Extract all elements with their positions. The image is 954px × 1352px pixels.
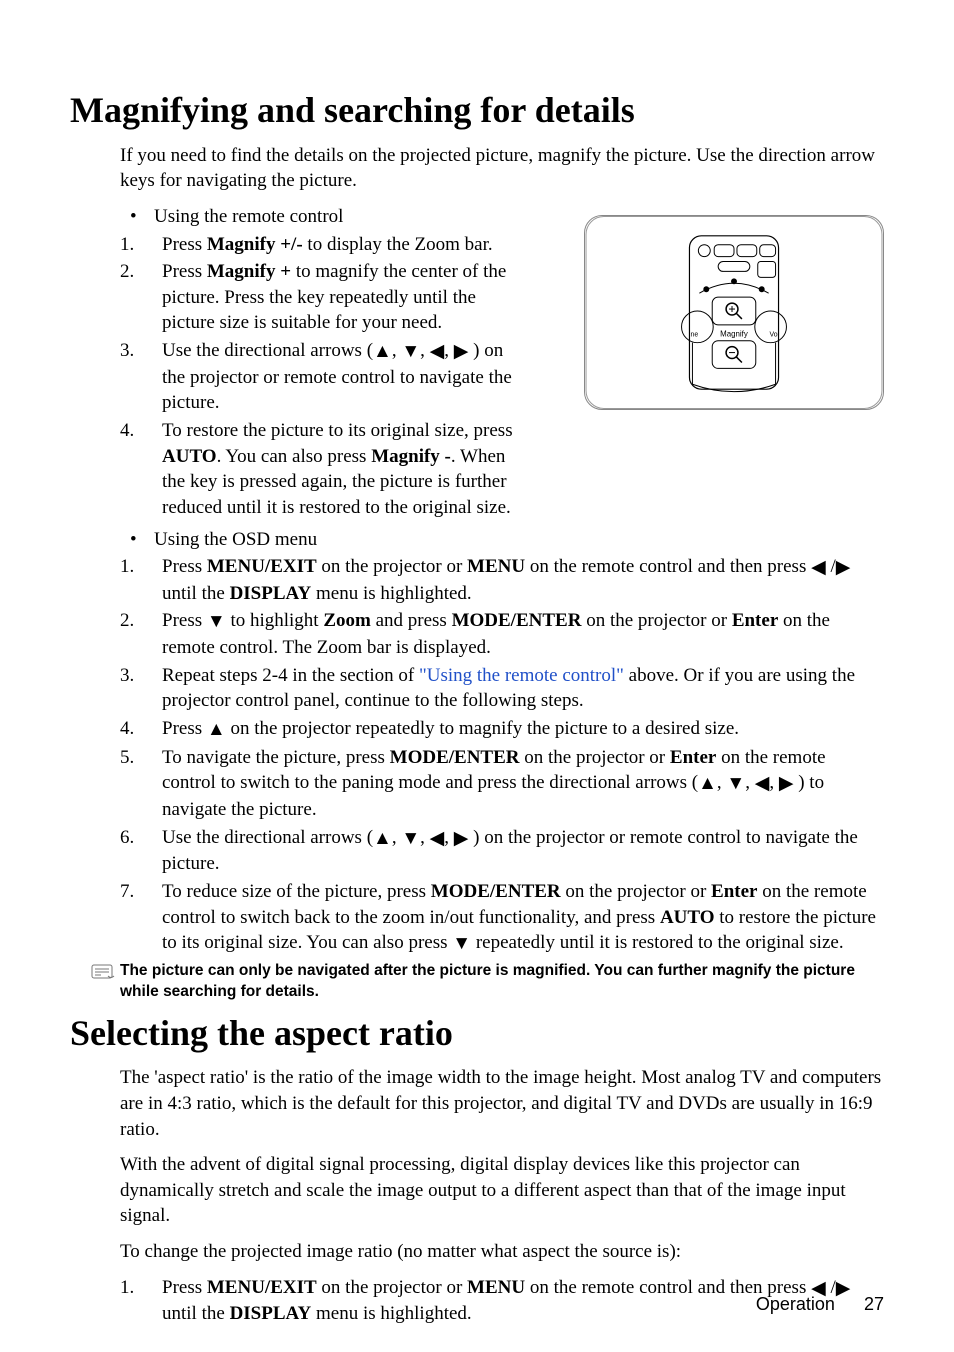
link-using-remote[interactable]: "Using the remote control" (419, 665, 624, 686)
page-footer: Operation 27 (756, 1292, 884, 1316)
arrow-up-icon: ▲ (207, 717, 226, 743)
aspect-p3: To change the projected image ratio (no … (120, 1239, 884, 1265)
osd-step-2: 2. Press ▼ to highlight Zoom and press M… (120, 608, 884, 660)
osd-step-3: 3. Repeat steps 2-4 in the section of "U… (120, 663, 884, 714)
remote-step-4-text: To restore the picture to its original s… (162, 418, 520, 521)
marker-1: 1. (120, 232, 162, 258)
remote-step-3: 3. Use the directional arrows (▲, ▼, ◀, … (120, 338, 520, 416)
remote-step-3-text: Use the directional arrows (▲, ▼, ◀, ▶ )… (162, 338, 520, 416)
remote-step-1: 1. Press Magnify +/- to display the Zoom… (120, 232, 520, 258)
osd-step-4: 4. Press ▲ on the projector repeatedly t… (120, 716, 884, 743)
marker-3: 3. (120, 338, 162, 416)
arrow-right-icon: ▶ (454, 826, 469, 852)
osd-step-5: 5. To navigate the picture, press MODE/E… (120, 745, 884, 823)
remote-step-1-text: Press Magnify +/- to display the Zoom ba… (162, 232, 520, 258)
heading-magnifying: Magnifying and searching for details (70, 86, 884, 135)
arrow-up-icon: ▲ (373, 339, 392, 365)
arrow-down-icon: ▼ (401, 826, 420, 852)
arrow-down-icon: ▼ (207, 609, 226, 635)
remote-control-svg: Magnify ne Vo (584, 215, 884, 410)
arrow-right-icon: ▶ (836, 555, 851, 581)
osd-step-7: 7. To reduce size of the picture, press … (120, 879, 884, 957)
osd-step-1: 1. Press MENU/EXIT on the projector or M… (120, 554, 884, 606)
osd-step-6: 6. Use the directional arrows (▲, ▼, ◀, … (120, 825, 884, 877)
magnify-label: Magnify (720, 330, 748, 339)
heading-aspect-ratio: Selecting the aspect ratio (70, 1009, 884, 1058)
arrow-right-icon: ▶ (454, 339, 469, 365)
bullet-osd: • Using the OSD menu (120, 527, 884, 553)
remote-step-2-text: Press Magnify + to magnify the center of… (162, 259, 520, 336)
remote-step-4: 4. To restore the picture to its origina… (120, 418, 520, 521)
bullet-marker: • (120, 204, 154, 230)
arrow-down-icon: ▼ (401, 339, 420, 365)
arrow-left-icon: ◀ (755, 771, 770, 797)
remote-step-2: 2. Press Magnify + to magnify the center… (120, 259, 520, 336)
note-magnify: The picture can only be navigated after … (90, 961, 884, 1003)
bullet-marker-osd: • (120, 527, 154, 553)
arrow-up-icon: ▲ (373, 826, 392, 852)
arrow-down-icon: ▼ (726, 771, 745, 797)
footer-page-number: 27 (864, 1294, 884, 1314)
magnify-intro: If you need to find the details on the p… (120, 143, 884, 194)
footer-section: Operation (756, 1294, 835, 1314)
note-text: The picture can only be navigated after … (120, 961, 884, 1003)
arrow-left-icon: ◀ (430, 339, 445, 365)
remote-control-diagram: Magnify ne Vo (584, 215, 884, 410)
arrow-left-icon: ◀ (430, 826, 445, 852)
marker-2: 2. (120, 259, 162, 336)
arrow-up-icon: ▲ (698, 771, 717, 797)
arrow-left-icon: ◀ (811, 555, 826, 581)
bullet-osd-text: Using the OSD menu (154, 527, 884, 553)
marker-4: 4. (120, 418, 162, 521)
aspect-p2: With the advent of digital signal proces… (120, 1152, 884, 1229)
svg-text:ne: ne (691, 332, 699, 339)
aspect-intro: The 'aspect ratio' is the ratio of the i… (120, 1065, 884, 1142)
arrow-right-icon: ▶ (779, 771, 794, 797)
arrow-down-icon: ▼ (452, 931, 471, 957)
note-icon (90, 961, 120, 1003)
svg-text:Vo: Vo (770, 332, 778, 339)
